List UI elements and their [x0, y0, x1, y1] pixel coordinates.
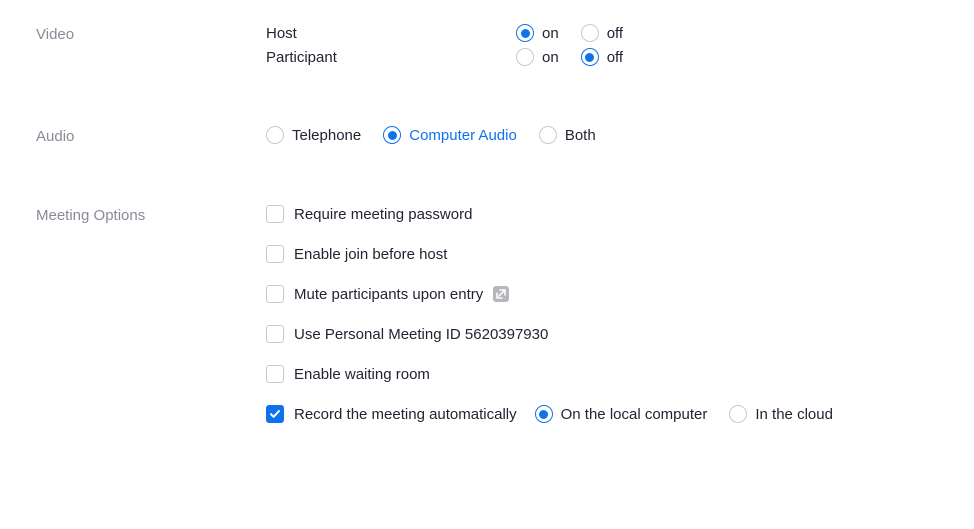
radio-label: Both: [565, 127, 596, 144]
video-participant-on-option[interactable]: on: [516, 48, 559, 66]
meeting-options-section-label: Meeting Options: [36, 205, 266, 224]
radio-icon: [516, 24, 534, 42]
video-host-row: Host on off: [266, 24, 938, 42]
use-pmi-row: Use Personal Meeting ID 5620397930: [266, 325, 938, 343]
video-host-off-option[interactable]: off: [581, 24, 623, 42]
audio-both-option[interactable]: Both: [539, 126, 596, 144]
video-participant-label: Participant: [266, 49, 516, 66]
video-participant-radio-group: on off: [516, 48, 623, 66]
waiting-room-row: Enable waiting room: [266, 365, 938, 383]
auto-record-cloud-option[interactable]: In the cloud: [729, 405, 833, 423]
meeting-options-section: Meeting Options Require meeting password…: [36, 205, 938, 423]
radio-icon: [516, 48, 534, 66]
audio-section-body: Telephone Computer Audio Both: [266, 126, 938, 144]
radio-icon: [581, 48, 599, 66]
radio-icon: [581, 24, 599, 42]
radio-icon: [539, 126, 557, 144]
mute-on-entry-checkbox[interactable]: [266, 285, 284, 303]
video-section-body: Host on off Participant on: [266, 24, 938, 66]
waiting-room-checkbox[interactable]: [266, 365, 284, 383]
radio-label: on: [542, 49, 559, 66]
radio-label: on: [542, 25, 559, 42]
mute-on-entry-label: Mute participants upon entry: [294, 286, 483, 303]
radio-icon: [535, 405, 553, 423]
radio-label: In the cloud: [755, 406, 833, 423]
audio-radio-group: Telephone Computer Audio Both: [266, 126, 938, 144]
radio-label: Telephone: [292, 127, 361, 144]
video-section-label: Video: [36, 24, 266, 43]
radio-label: off: [607, 49, 623, 66]
waiting-room-label: Enable waiting room: [294, 366, 430, 383]
auto-record-local-option[interactable]: On the local computer: [535, 405, 708, 423]
radio-label: On the local computer: [561, 406, 708, 423]
radio-icon: [383, 126, 401, 144]
auto-record-row: Record the meeting automatically On the …: [266, 405, 938, 423]
auto-record-label: Record the meeting automatically: [294, 406, 517, 423]
radio-label: off: [607, 25, 623, 42]
video-participant-off-option[interactable]: off: [581, 48, 623, 66]
audio-telephone-option[interactable]: Telephone: [266, 126, 361, 144]
meeting-options-body: Require meeting password Enable join bef…: [266, 205, 938, 423]
mute-on-entry-row: Mute participants upon entry: [266, 285, 938, 303]
auto-record-checkbox[interactable]: [266, 405, 284, 423]
require-password-checkbox[interactable]: [266, 205, 284, 223]
require-password-row: Require meeting password: [266, 205, 938, 223]
audio-section: Audio Telephone Computer Audio Both: [36, 126, 938, 145]
use-pmi-checkbox[interactable]: [266, 325, 284, 343]
video-host-radio-group: on off: [516, 24, 623, 42]
require-password-label: Require meeting password: [294, 206, 472, 223]
video-section: Video Host on off Participant on: [36, 24, 938, 66]
video-participant-row: Participant on off: [266, 48, 938, 66]
use-pmi-label: Use Personal Meeting ID 5620397930: [294, 326, 548, 343]
help-icon[interactable]: [493, 286, 509, 302]
radio-icon: [266, 126, 284, 144]
audio-computer-option[interactable]: Computer Audio: [383, 126, 517, 144]
video-host-label: Host: [266, 25, 516, 42]
join-before-host-checkbox[interactable]: [266, 245, 284, 263]
audio-section-label: Audio: [36, 126, 266, 145]
video-host-on-option[interactable]: on: [516, 24, 559, 42]
join-before-host-row: Enable join before host: [266, 245, 938, 263]
radio-icon: [729, 405, 747, 423]
join-before-host-label: Enable join before host: [294, 246, 447, 263]
auto-record-location-group: On the local computer In the cloud: [535, 405, 833, 423]
radio-label: Computer Audio: [409, 127, 517, 144]
